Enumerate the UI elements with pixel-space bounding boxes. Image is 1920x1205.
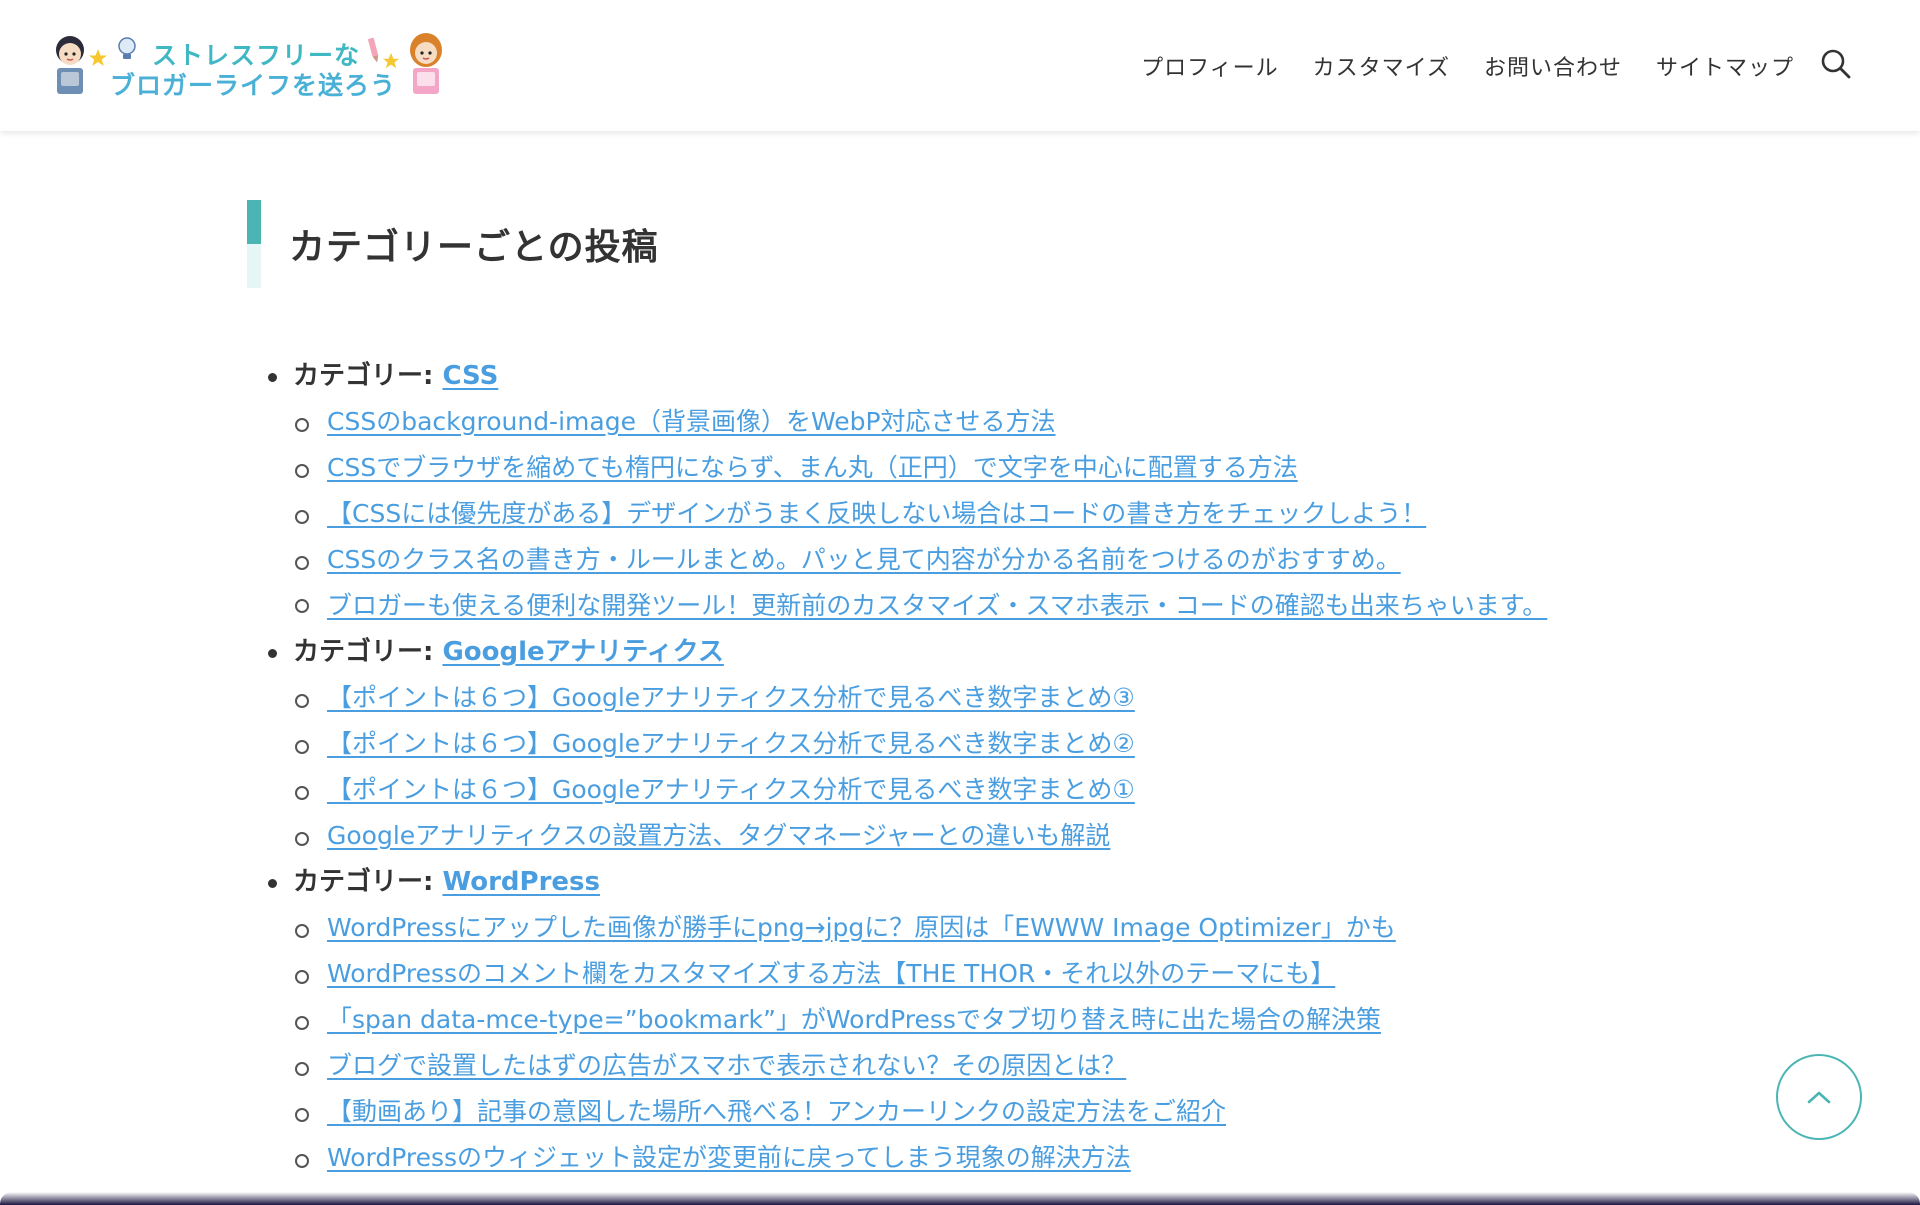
category-label: カテゴリー: — [293, 867, 434, 897]
list-item: 【ポイントは６つ】Googleアナリティクス分析で見るべき数字まとめ③ — [293, 675, 1661, 721]
category-label: カテゴリー: — [293, 361, 434, 391]
post-link[interactable]: 【ポイントは６つ】Googleアナリティクス分析で見るべき数字まとめ② — [327, 729, 1135, 758]
heading-accent-bar — [247, 200, 261, 288]
site-logo[interactable]: ストレスフリーな ブロガーライフを送ろう — [52, 30, 452, 102]
post-link[interactable]: WordPressにアップした画像が勝手にpng→jpgに？原因は「EWWW I… — [327, 913, 1396, 942]
list-item: WordPressのコメント欄をカスタマイズする方法【THE THOR・それ以外… — [293, 951, 1661, 997]
chevron-up-icon — [1807, 1091, 1831, 1104]
category-label: カテゴリー: — [293, 637, 434, 667]
post-link[interactable]: CSSでブラウザを縮めても楕円にならず、まん丸（正円）で文字を中心に配置する方法 — [327, 453, 1298, 482]
nav-item-profile[interactable]: プロフィール — [1141, 50, 1279, 82]
post-link[interactable]: 「span data-mce-type=”bookmark”」がWordPres… — [327, 1005, 1381, 1034]
logo-text-line2: ブロガーライフを送ろう — [110, 71, 397, 100]
post-list: CSSのbackground-image（背景画像）をWebP対応させる方法 C… — [293, 399, 1661, 629]
page-title: カテゴリーごとの投稿 — [289, 227, 659, 268]
category-link-wordpress[interactable]: WordPress — [442, 867, 600, 897]
list-item: Googleアナリティクスの設置方法、タグマネージャーとの違いも解説 — [293, 813, 1661, 859]
post-link[interactable]: 【CSSには優先度がある】デザインがうまく反映しない場合はコードの書き方をチェッ… — [327, 499, 1426, 528]
post-link[interactable]: WordPressのコメント欄をカスタマイズする方法【THE THOR・それ以外… — [327, 959, 1335, 988]
list-item: WordPressのウィジェット設定が変更前に戻ってしまう現象の解決方法 — [293, 1135, 1661, 1181]
category-item-google-analytics: カテゴリー: Googleアナリティクス 【ポイントは６つ】Googleアナリテ… — [261, 629, 1661, 859]
global-nav: プロフィール カスタマイズ お問い合わせ サイトマップ — [1141, 50, 1794, 82]
back-to-top-button[interactable] — [1776, 1054, 1862, 1140]
post-link[interactable]: WordPressのウィジェット設定が変更前に戻ってしまう現象の解決方法 — [327, 1143, 1131, 1172]
nav-item-customize[interactable]: カスタマイズ — [1313, 50, 1450, 82]
list-item: 【動画あり】記事の意図した場所へ飛べる！アンカーリンクの設定方法をご紹介 — [293, 1089, 1661, 1135]
lightbulb-icon — [118, 37, 136, 59]
category-heading: カテゴリー: WordPress — [293, 859, 1661, 905]
post-link[interactable]: 【ポイントは６つ】Googleアナリティクス分析で見るべき数字まとめ① — [327, 775, 1135, 804]
list-item: ブロガーも使える便利な開発ツール！更新前のカスタマイズ・スマホ表示・コードの確認… — [293, 583, 1673, 629]
list-item: WordPressにアップした画像が勝手にpng→jpgに？原因は「EWWW I… — [293, 905, 1661, 951]
post-link[interactable]: 【ポイントは６つ】Googleアナリティクス分析で見るべき数字まとめ③ — [327, 683, 1135, 712]
category-link-css[interactable]: CSS — [442, 361, 498, 391]
list-item: ブログで設置したはずの広告がスマホで表示されない？その原因とは？ — [293, 1043, 1661, 1089]
list-item: 【CSSには優先度がある】デザインがうまく反映しない場合はコードの書き方をチェッ… — [293, 491, 1661, 537]
post-link[interactable]: ブログで設置したはずの広告がスマホで表示されない？その原因とは？ — [327, 1051, 1126, 1080]
pencil-icon — [367, 37, 379, 63]
list-item: 【ポイントは６つ】Googleアナリティクス分析で見るべき数字まとめ② — [293, 721, 1661, 767]
nav-item-contact[interactable]: お問い合わせ — [1484, 50, 1622, 82]
list-item: CSSのbackground-image（背景画像）をWebP対応させる方法 — [293, 399, 1661, 445]
search-icon — [1821, 49, 1851, 79]
star-icon — [89, 49, 107, 66]
post-link[interactable]: CSSのクラス名の書き方・ルールまとめ。パッと見て内容が分かる名前をつけるのがお… — [327, 545, 1401, 574]
list-item: CSSでブラウザを縮めても楕円にならず、まん丸（正円）で文字を中心に配置する方法 — [293, 445, 1661, 491]
category-list: カテゴリー: CSS CSSのbackground-image（背景画像）をWe… — [261, 353, 1661, 1181]
page: ストレスフリーな ブロガーライフを送ろう プロフィール カスタマイズ お問い合わ… — [0, 0, 1920, 1205]
post-link[interactable]: 【動画あり】記事の意図した場所へ飛べる！アンカーリンクの設定方法をご紹介 — [327, 1097, 1226, 1126]
star-icon — [382, 52, 400, 69]
post-link[interactable]: ブロガーも使える便利な開発ツール！更新前のカスタマイズ・スマホ表示・コードの確認… — [327, 591, 1547, 620]
post-list: WordPressにアップした画像が勝手にpng→jpgに？原因は「EWWW I… — [293, 905, 1661, 1181]
post-link[interactable]: Googleアナリティクスの設置方法、タグマネージャーとの違いも解説 — [327, 821, 1110, 850]
category-item-wordpress: カテゴリー: WordPress WordPressにアップした画像が勝手にpn… — [261, 859, 1661, 1181]
post-link[interactable]: CSSのbackground-image（背景画像）をWebP対応させる方法 — [327, 407, 1056, 436]
post-list: 【ポイントは６つ】Googleアナリティクス分析で見るべき数字まとめ③ 【ポイン… — [293, 675, 1661, 859]
site-header: ストレスフリーな ブロガーライフを送ろう プロフィール カスタマイズ お問い合わ… — [0, 0, 1920, 131]
boy-character-icon — [56, 36, 84, 94]
search-button[interactable] — [1816, 44, 1856, 84]
window-bottom-edge — [0, 1192, 1920, 1205]
category-heading: カテゴリー: CSS — [293, 353, 1661, 399]
main-content: カテゴリーごとの投稿 カテゴリー: CSS CSSのbackground-ima… — [247, 200, 1647, 1172]
category-item-css: カテゴリー: CSS CSSのbackground-image（背景画像）をWe… — [261, 353, 1661, 629]
girl-character-icon — [410, 33, 442, 94]
list-item: 【ポイントは６つ】Googleアナリティクス分析で見るべき数字まとめ① — [293, 767, 1661, 813]
list-item: 「span data-mce-type=”bookmark”」がWordPres… — [293, 997, 1661, 1043]
category-link-google-analytics[interactable]: Googleアナリティクス — [442, 637, 723, 667]
section-heading: カテゴリーごとの投稿 — [247, 200, 1647, 288]
nav-item-sitemap[interactable]: サイトマップ — [1656, 50, 1794, 82]
category-heading: カテゴリー: Googleアナリティクス — [293, 629, 1661, 675]
list-item: CSSのクラス名の書き方・ルールまとめ。パッと見て内容が分かる名前をつけるのがお… — [293, 537, 1661, 583]
